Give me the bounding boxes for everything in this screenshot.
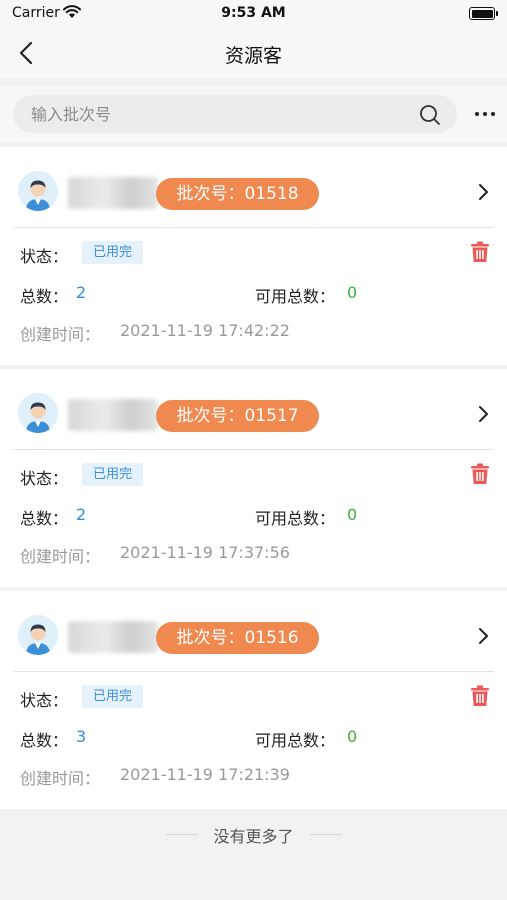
total-value: 3 bbox=[76, 727, 87, 746]
search-input[interactable] bbox=[31, 95, 411, 133]
created-label: 创建时间： bbox=[20, 325, 101, 344]
record-card[interactable]: 批次号：01517 状态： 已用完 总数： 2 可用总数： 0 创建时间： 20… bbox=[0, 369, 507, 587]
chevron-right-icon[interactable] bbox=[475, 627, 491, 645]
divider bbox=[13, 671, 494, 672]
created-value: 2021-11-19 17:37:56 bbox=[120, 543, 290, 562]
created-value: 2021-11-19 17:42:22 bbox=[120, 321, 290, 340]
divider bbox=[310, 834, 342, 835]
divider bbox=[13, 227, 494, 228]
trash-icon[interactable] bbox=[470, 463, 490, 485]
total-value: 2 bbox=[76, 505, 87, 524]
name-redacted bbox=[68, 399, 158, 431]
created-value: 2021-11-19 17:21:39 bbox=[120, 765, 290, 784]
status-badge: 已用完 bbox=[82, 241, 144, 264]
created-label: 创建时间： bbox=[20, 769, 101, 788]
name-redacted bbox=[68, 621, 158, 653]
divider bbox=[13, 449, 494, 450]
chevron-right-icon[interactable] bbox=[475, 183, 491, 201]
batch-badge: 批次号：01517 bbox=[156, 400, 319, 432]
search-row bbox=[0, 86, 507, 142]
total-label: 总数： bbox=[20, 509, 69, 528]
created-label: 创建时间： bbox=[20, 547, 101, 566]
batch-badge: 批次号：01518 bbox=[156, 178, 319, 210]
list-end-indicator: 没有更多了 bbox=[0, 818, 507, 848]
status-label: 状态： bbox=[20, 247, 69, 266]
chevron-right-icon[interactable] bbox=[475, 405, 491, 423]
total-label: 总数： bbox=[20, 731, 69, 750]
page-title: 资源客 bbox=[224, 45, 282, 67]
status-badge: 已用完 bbox=[82, 463, 144, 486]
trash-icon[interactable] bbox=[470, 241, 490, 263]
search-icon[interactable] bbox=[419, 104, 441, 126]
clock: 9:53 AM bbox=[221, 5, 286, 21]
batch-badge: 批次号：01516 bbox=[156, 622, 319, 654]
avatar-person-icon bbox=[18, 171, 58, 211]
record-card[interactable]: 批次号：01516 状态： 已用完 总数： 3 可用总数： 0 创建时间： 20… bbox=[0, 591, 507, 809]
status-label: 状态： bbox=[20, 469, 69, 488]
available-value: 0 bbox=[347, 727, 358, 746]
nav-bar: 资源客 bbox=[0, 28, 507, 78]
total-value: 2 bbox=[76, 283, 87, 302]
available-value: 0 bbox=[347, 283, 358, 302]
available-label: 可用总数： bbox=[255, 287, 336, 306]
no-more-text: 没有更多了 bbox=[213, 827, 294, 846]
available-value: 0 bbox=[347, 505, 358, 524]
record-card[interactable]: 批次号：01518 状态： 已用完 总数： 2 可用总数： 0 创建时间： 20… bbox=[0, 147, 507, 365]
available-label: 可用总数： bbox=[255, 731, 336, 750]
status-bar: Carrier 9:53 AM bbox=[0, 0, 507, 28]
avatar-person-icon bbox=[18, 615, 58, 655]
trash-icon[interactable] bbox=[470, 685, 490, 707]
available-label: 可用总数： bbox=[255, 509, 336, 528]
battery-icon bbox=[469, 7, 498, 20]
more-dots-icon[interactable] bbox=[473, 102, 497, 126]
avatar-person-icon bbox=[18, 393, 58, 433]
status-badge: 已用完 bbox=[82, 685, 144, 708]
total-label: 总数： bbox=[20, 287, 69, 306]
search-box[interactable] bbox=[13, 95, 457, 133]
status-label: 状态： bbox=[20, 691, 69, 710]
name-redacted bbox=[68, 177, 158, 209]
